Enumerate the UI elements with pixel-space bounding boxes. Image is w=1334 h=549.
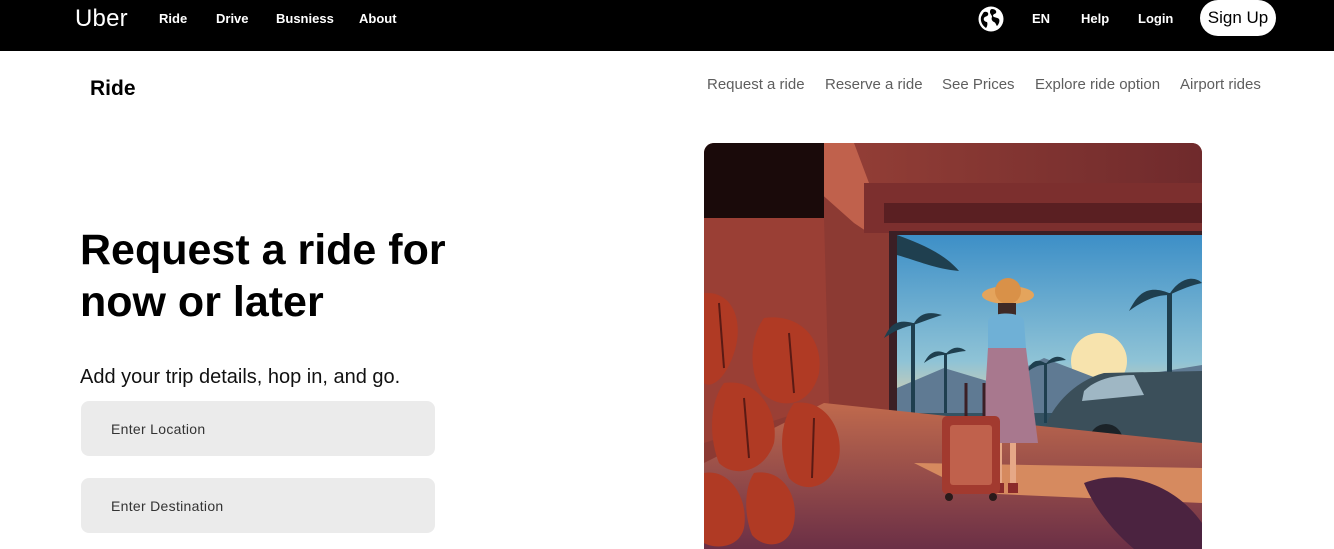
subnav-title: Ride: [90, 77, 136, 100]
login-link[interactable]: Login: [1138, 11, 1173, 26]
nav-about-link[interactable]: About: [359, 11, 397, 26]
hero-illustration: [704, 143, 1202, 549]
nav-ride-link[interactable]: Ride: [159, 11, 187, 26]
location-input[interactable]: [81, 401, 435, 456]
uber-logo[interactable]: Uber: [75, 5, 128, 33]
signup-button[interactable]: Sign Up: [1200, 0, 1276, 36]
hero-title: Request a ride for now or later: [80, 226, 446, 326]
destination-input[interactable]: [81, 478, 435, 533]
top-navbar: Uber Ride Drive Busniess About EN Help L…: [0, 0, 1334, 51]
subnav-explore-ride-link[interactable]: Explore ride option: [1035, 76, 1160, 93]
subnav-reserve-ride-link[interactable]: Reserve a ride: [825, 76, 923, 93]
nav-business-link[interactable]: Busniess: [276, 11, 334, 26]
help-link[interactable]: Help: [1081, 11, 1109, 26]
subnav-airport-rides-link[interactable]: Airport rides: [1180, 76, 1261, 93]
hero-subtitle: Add your trip details, hop in, and go.: [80, 366, 401, 388]
language-selector[interactable]: EN: [1032, 11, 1050, 26]
subnav-see-prices-link[interactable]: See Prices: [942, 76, 1015, 93]
subnav-request-ride-link[interactable]: Request a ride: [707, 76, 805, 93]
globe-icon[interactable]: [978, 6, 1004, 32]
nav-drive-link[interactable]: Drive: [216, 11, 249, 26]
